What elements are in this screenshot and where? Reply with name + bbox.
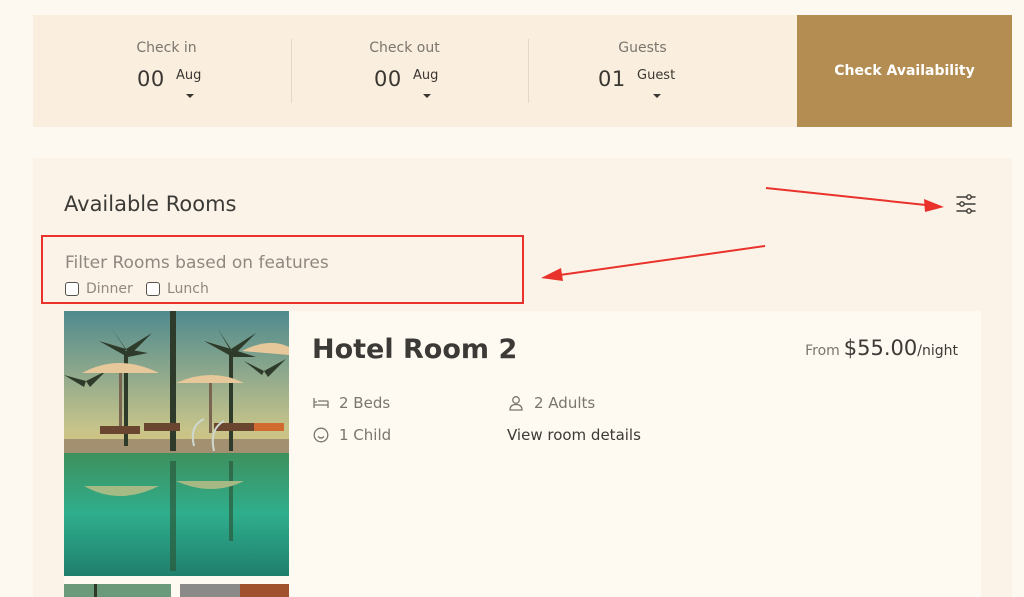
filter-option-dinner[interactable]: Dinner bbox=[65, 281, 133, 297]
beds-label: 2 Beds bbox=[339, 394, 391, 412]
room-photo[interactable] bbox=[64, 311, 289, 576]
checkbox[interactable] bbox=[146, 282, 160, 296]
smile-icon bbox=[313, 427, 329, 443]
filter-option-label: Dinner bbox=[86, 281, 133, 297]
room-card: Hotel Room 2 From $55.00 /night 2 Beds 2… bbox=[64, 311, 981, 597]
guests-count: 01 bbox=[598, 67, 626, 91]
chevron-down-icon[interactable] bbox=[423, 94, 431, 98]
guests-unit: Guest bbox=[637, 68, 676, 83]
children-label: 1 Child bbox=[339, 426, 392, 444]
room-thumbnail[interactable] bbox=[64, 584, 171, 597]
price-value: $55.00 bbox=[843, 336, 918, 360]
sliders-icon[interactable] bbox=[952, 191, 980, 217]
user-icon bbox=[509, 396, 523, 411]
room-thumbnail[interactable] bbox=[180, 584, 289, 597]
view-room-details-link[interactable]: View room details bbox=[507, 426, 641, 444]
checkbox[interactable] bbox=[65, 282, 79, 296]
check-out-month: Aug bbox=[413, 68, 439, 83]
booking-bar: Check in 00 Aug Check out 00 Aug Guests … bbox=[33, 15, 1012, 127]
filter-section: Filter Rooms based on features Dinner Lu… bbox=[41, 235, 524, 304]
check-in-day: 00 bbox=[137, 67, 165, 91]
room-price: From $55.00 /night bbox=[805, 336, 958, 360]
guests-field[interactable]: Guests 01 Guest bbox=[524, 39, 761, 103]
price-prefix: From bbox=[805, 343, 840, 359]
filter-option-label: Lunch bbox=[167, 281, 209, 297]
check-in-label: Check in bbox=[136, 40, 197, 56]
check-out-label: Check out bbox=[369, 40, 440, 56]
room-adults: 2 Adults bbox=[507, 394, 595, 412]
room-children: 1 Child bbox=[312, 426, 391, 444]
filter-title: Filter Rooms based on features bbox=[65, 253, 329, 273]
check-out-field[interactable]: Check out 00 Aug bbox=[286, 39, 523, 103]
room-beds: 2 Beds bbox=[312, 394, 390, 412]
price-unit: /night bbox=[917, 343, 958, 359]
guests-label: Guests bbox=[618, 40, 667, 56]
chevron-down-icon[interactable] bbox=[653, 94, 661, 98]
room-name: Hotel Room 2 bbox=[312, 334, 518, 365]
adults-label: 2 Adults bbox=[534, 394, 596, 412]
check-in-month: Aug bbox=[176, 68, 202, 83]
check-in-field[interactable]: Check in 00 Aug bbox=[48, 39, 285, 103]
rooms-panel: Available Rooms Filter Rooms based on fe… bbox=[33, 158, 1012, 597]
check-availability-button[interactable]: Check Availability bbox=[797, 15, 1012, 127]
bed-icon bbox=[313, 398, 329, 408]
check-out-day: 00 bbox=[374, 67, 402, 91]
chevron-down-icon[interactable] bbox=[186, 94, 194, 98]
filter-option-lunch[interactable]: Lunch bbox=[146, 281, 209, 297]
page-title: Available Rooms bbox=[64, 192, 237, 216]
